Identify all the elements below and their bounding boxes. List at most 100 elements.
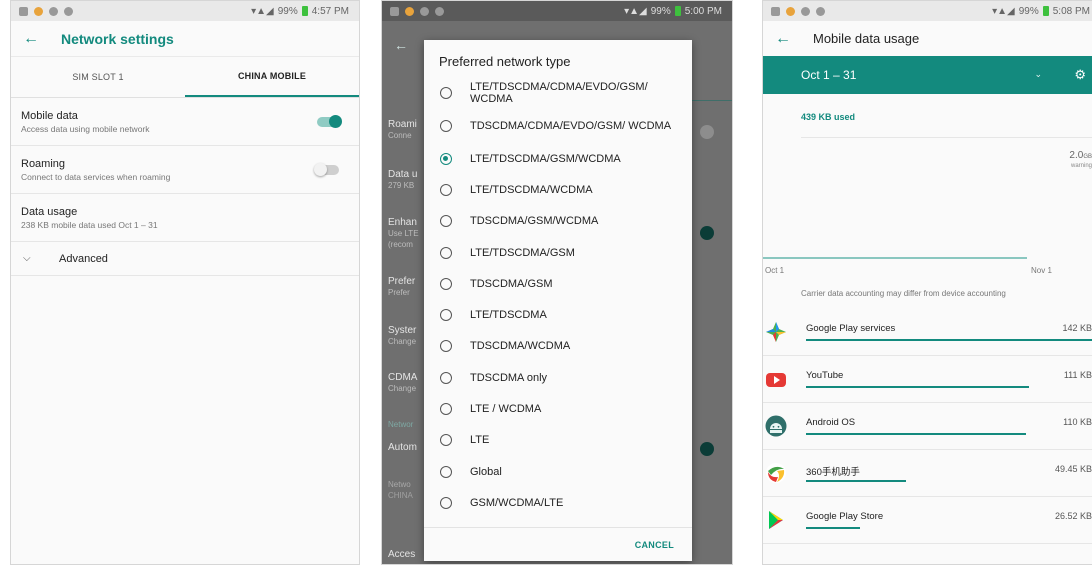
network-option-label: TDSCDMA/WCDMA: [470, 340, 571, 353]
radio-unselected-icon[interactable]: [440, 277, 452, 290]
radio-unselected-icon[interactable]: [440, 340, 452, 353]
network-option[interactable]: LTE/TDSCDMA/GSM: [424, 237, 692, 268]
mobile-data-pref[interactable]: Mobile data Access data using mobile net…: [11, 98, 359, 146]
wifi-calling-icon: [816, 6, 825, 16]
radio-unselected-icon[interactable]: [440, 465, 452, 478]
network-option[interactable]: LTE/TDSCDMA: [424, 299, 692, 330]
app-usage-size: 49.45 KB: [1054, 464, 1092, 474]
data-used-label: 439 KB used: [801, 112, 856, 122]
billing-cycle-selector[interactable]: Oct 1 – 31 ⌄ ⚙: [763, 56, 1092, 94]
network-option[interactable]: Global: [424, 456, 692, 487]
usage-chart: 2.0GB warning Oct 1 Nov 1 Carrier data ac…: [763, 134, 1092, 309]
radio-unselected-icon[interactable]: [440, 434, 452, 447]
roaming-pref[interactable]: Roaming Connect to data services when ro…: [11, 146, 359, 194]
mobile-data-usage-screen: ▾▲◢ 99% 5:08 PM ← Mobile data usage Oct …: [762, 0, 1092, 565]
network-option[interactable]: LTE/TDSCDMA/CDMA/EVDO/GSM/ WCDMA: [424, 76, 692, 110]
advanced-expander[interactable]: ⌵ Advanced: [11, 242, 359, 276]
radio-unselected-icon[interactable]: [440, 86, 452, 99]
usage-bar-fill: [806, 527, 861, 529]
mobile-data-toggle[interactable]: [317, 114, 342, 128]
network-option-label: TDSCDMA/CDMA/EVDO/GSM/ WCDMA: [470, 120, 672, 133]
network-option[interactable]: LTE: [424, 425, 692, 456]
notification-icon: [771, 6, 780, 16]
network-option[interactable]: TDSCDMA/GSM/WCDMA: [424, 206, 692, 237]
chevron-down-icon[interactable]: ⌄: [1034, 69, 1042, 80]
network-option-label: LTE/TDSCDMA: [470, 309, 547, 322]
back-arrow-icon[interactable]: ←: [775, 30, 795, 48]
radio-unselected-icon[interactable]: [440, 246, 452, 259]
battery-percent: 99%: [1018, 5, 1039, 17]
youtube-icon: [765, 368, 787, 390]
roaming-toggle[interactable]: [314, 162, 339, 176]
network-option[interactable]: LTE/TDSCDMA/GSM/WCDMA: [424, 143, 692, 174]
tab-sim-slot-1[interactable]: SIM SLOT 1: [11, 57, 185, 97]
radio-unselected-icon[interactable]: [440, 403, 452, 416]
google-play-store-icon: [765, 509, 787, 531]
app-usage-row[interactable]: Google Play services 142 KB: [763, 309, 1092, 356]
dialog-footer: CANCEL: [424, 527, 692, 561]
usage-line: [763, 257, 1027, 259]
network-option[interactable]: LTE/TDSCDMA/WCDMA: [424, 174, 692, 205]
app-usage-row[interactable]: YouTube 111 KB: [763, 356, 1092, 403]
network-option[interactable]: TDSCDMA/WCDMA: [424, 331, 692, 362]
chevron-down-icon: ⌵: [23, 253, 31, 264]
bg-fragment: CDMA Change: [388, 372, 418, 393]
network-option-label: LTE / WCDMA: [470, 403, 542, 416]
app-usage-row[interactable]: Google Play Store 26.52 KB: [763, 497, 1092, 544]
app-name: 360手机助手: [806, 467, 860, 478]
preferred-network-dialog: Preferred network type LTE/TDSCDMA/CDMA/…: [424, 40, 692, 561]
network-option-label: LTE/TDSCDMA/GSM: [470, 246, 575, 259]
app-usage-size: 26.52 KB: [1054, 511, 1092, 521]
app-usage-row[interactable]: Android OS 110 KB: [763, 403, 1092, 450]
radio-unselected-icon[interactable]: [440, 120, 452, 133]
network-option-label: TDSCDMA/GSM/WCDMA: [470, 215, 599, 228]
signal-icon: ▾▲◢: [992, 5, 1015, 17]
app-usage-row[interactable]: 360手机助手 49.45 KB: [763, 450, 1092, 497]
data-usage-pref[interactable]: Data usage 238 KB mobile data used Oct 1…: [11, 194, 359, 242]
status-bar: ▾▲◢ 99% 5:08 PM: [763, 1, 1092, 21]
warning-line: [801, 137, 1092, 138]
network-option-label: LTE/TDSCDMA/CDMA/EVDO/GSM/ WCDMA: [470, 80, 648, 105]
page-title: Mobile data usage: [813, 31, 920, 46]
bg-fragment: Netwo CHINA: [388, 480, 413, 500]
pref-title: Data usage: [21, 205, 78, 218]
app-name: YouTube: [806, 370, 844, 381]
sync-icon: [420, 6, 429, 16]
pref-subtitle: Connect to data services when roaming: [21, 171, 171, 182]
bg-fragment: Syster Change: [388, 325, 417, 346]
bg-fragment: Autom: [388, 442, 417, 453]
usage-bar-track: [806, 433, 1092, 435]
usage-bar-track: [806, 386, 1092, 388]
network-option[interactable]: TDSCDMA/CDMA/EVDO/GSM/ WCDMA: [424, 110, 692, 144]
tab-china-mobile[interactable]: CHINA MOBILE: [185, 57, 359, 97]
battery-icon: [1042, 6, 1049, 16]
cancel-button[interactable]: CANCEL: [635, 540, 674, 550]
gear-icon[interactable]: ⚙: [1074, 67, 1086, 83]
network-option-label: TDSCDMA/GSM: [470, 277, 553, 290]
app-bar: ← Mobile data usage: [763, 21, 1092, 56]
network-option[interactable]: GSM/WCDMA/LTE: [424, 487, 692, 518]
signal-icon: ▾▲◢: [251, 5, 274, 17]
network-option[interactable]: LTE / WCDMA: [424, 393, 692, 424]
preferred-network-screen: ▾▲◢ 99% 5:00 PM ← Roami Conne Data u 279 K…: [381, 0, 733, 565]
signal-icon: ▾▲◢: [624, 5, 647, 17]
cycle-label: Oct 1 – 31: [801, 68, 857, 82]
radio-unselected-icon[interactable]: [440, 215, 452, 228]
warning-label: 2.0GB warning: [1069, 150, 1092, 170]
sim-tabs: SIM SLOT 1 CHINA MOBILE: [11, 56, 359, 98]
radio-unselected-icon[interactable]: [440, 183, 452, 196]
radio-unselected-icon[interactable]: [440, 371, 452, 384]
radio-unselected-icon[interactable]: [440, 496, 452, 509]
network-option[interactable]: TDSCDMA only: [424, 362, 692, 393]
radio-unselected-icon[interactable]: [440, 309, 452, 322]
x-end-label: Nov 1: [1031, 266, 1052, 275]
wifi-calling-icon: [435, 6, 444, 16]
network-option-label: LTE: [470, 434, 490, 447]
network-option[interactable]: TDSCDMA/GSM: [424, 268, 692, 299]
sync-icon: [801, 6, 810, 16]
notification-icon: [390, 6, 399, 16]
usage-bar-fill: [806, 386, 1030, 388]
battery-percent: 99%: [650, 5, 671, 17]
radio-selected-icon[interactable]: [440, 152, 452, 165]
back-arrow-icon[interactable]: ←: [23, 30, 43, 48]
